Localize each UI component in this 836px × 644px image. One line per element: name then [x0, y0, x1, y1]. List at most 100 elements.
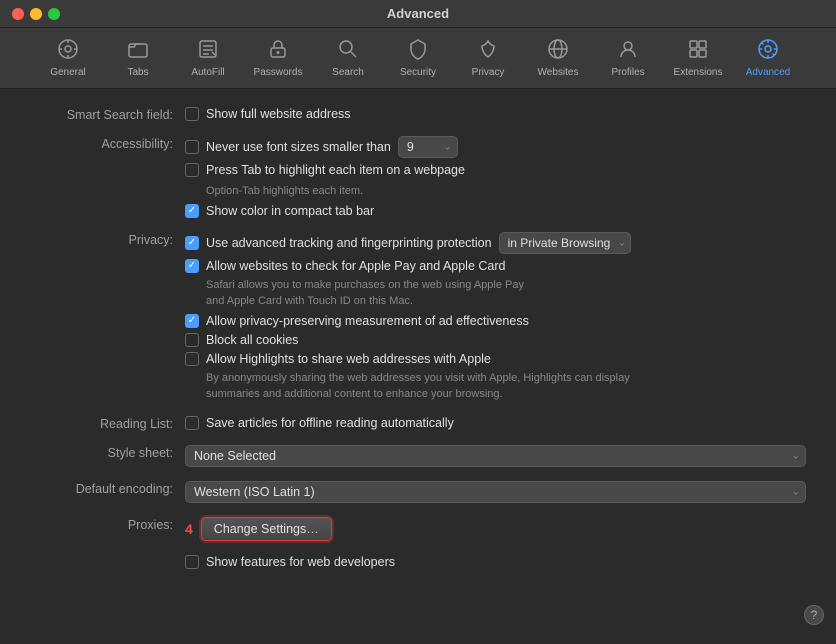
save-articles-checkbox[interactable] — [185, 416, 199, 430]
reading-list-row: Reading List: Save articles for offline … — [30, 416, 806, 431]
highlights-label: Allow Highlights to share web addresses … — [206, 352, 491, 366]
font-size-checkbox[interactable] — [185, 140, 199, 154]
advanced-icon — [757, 38, 779, 64]
toolbar-label-profiles: Profiles — [611, 67, 644, 78]
toolbar-label-search: Search — [332, 67, 364, 78]
accessibility-controls: Never use font sizes smaller than 9 ⌄ Pr… — [185, 136, 806, 218]
private-browsing-arrow: ⌄ — [618, 238, 626, 249]
save-articles-label: Save articles for offline reading automa… — [206, 416, 454, 430]
minimize-button[interactable] — [30, 8, 42, 20]
reading-list-label: Reading List: — [30, 416, 185, 431]
smart-search-row: Smart Search field: Show full website ad… — [30, 107, 806, 122]
toolbar-label-tabs: Tabs — [127, 67, 148, 78]
profiles-icon — [617, 38, 639, 64]
toolbar-item-extensions[interactable]: Extensions — [664, 34, 732, 82]
toolbar: General Tabs AutoFill — [0, 28, 836, 89]
toolbar-item-privacy[interactable]: Privacy — [454, 34, 522, 82]
ad-effectiveness-checkbox[interactable] — [185, 314, 199, 328]
press-tab-checkbox[interactable] — [185, 163, 199, 177]
web-developers-controls: Show features for web developers — [185, 555, 806, 569]
proxies-row: Proxies: 4 Change Settings… — [30, 517, 806, 541]
toolbar-item-autofill[interactable]: AutoFill — [174, 34, 242, 82]
block-cookies-row: Block all cookies — [185, 333, 806, 347]
toolbar-label-extensions: Extensions — [674, 67, 723, 78]
privacy-row: Privacy: Use advanced tracking and finge… — [30, 232, 806, 402]
accessibility-row: Accessibility: Never use font sizes smal… — [30, 136, 806, 218]
default-encoding-controls: Western (ISO Latin 1) ⌄ — [185, 481, 806, 503]
search-icon — [337, 38, 359, 64]
toolbar-item-profiles[interactable]: Profiles — [594, 34, 662, 82]
style-sheet-value: None Selected — [194, 449, 276, 463]
option-tab-note: Option-Tab highlights each item. — [185, 182, 806, 199]
save-articles-row: Save articles for offline reading automa… — [185, 416, 806, 430]
highlights-row: Allow Highlights to share web addresses … — [185, 352, 806, 366]
private-browsing-dropdown[interactable]: in Private Browsing ⌄ — [499, 232, 632, 254]
show-color-label: Show color in compact tab bar — [206, 204, 374, 218]
font-size-dropdown-arrow: ⌄ — [443, 142, 451, 153]
close-button[interactable] — [12, 8, 24, 20]
smart-search-controls: Show full website address — [185, 107, 806, 121]
extensions-icon — [687, 38, 709, 64]
show-full-address-checkbox[interactable] — [185, 107, 199, 121]
encoding-arrow: ⌄ — [792, 486, 800, 497]
default-encoding-label: Default encoding: — [30, 481, 185, 496]
toolbar-label-advanced: Advanced — [746, 67, 790, 78]
press-tab-row: Press Tab to highlight each item on a we… — [185, 163, 806, 177]
content-area: Smart Search field: Show full website ad… — [0, 89, 836, 637]
show-color-checkbox[interactable] — [185, 204, 199, 218]
toolbar-item-search[interactable]: Search — [314, 34, 382, 82]
toolbar-label-autofill: AutoFill — [191, 67, 224, 78]
highlights-note: By anonymously sharing the web addresses… — [185, 371, 806, 402]
toolbar-item-passwords[interactable]: Passwords — [244, 34, 312, 82]
show-web-devtools-label: Show features for web developers — [206, 555, 395, 569]
show-web-devtools-row: Show features for web developers — [185, 555, 806, 569]
general-icon — [57, 38, 79, 64]
websites-icon — [547, 38, 569, 64]
toolbar-label-privacy: Privacy — [472, 67, 505, 78]
toolbar-item-security[interactable]: Security — [384, 34, 452, 82]
style-sheet-row: Style sheet: None Selected ⌄ — [30, 445, 806, 467]
titlebar: Advanced — [0, 0, 836, 28]
maximize-button[interactable] — [48, 8, 60, 20]
style-sheet-arrow: ⌄ — [792, 450, 800, 461]
block-cookies-checkbox[interactable] — [185, 333, 199, 347]
apple-pay-note: Safari allows you to make purchases on t… — [185, 278, 806, 309]
ad-effectiveness-row: Allow privacy-preserving measurement of … — [185, 314, 806, 328]
toolbar-item-general[interactable]: General — [34, 34, 102, 82]
press-tab-label: Press Tab to highlight each item on a we… — [206, 163, 465, 177]
proxies-inline: 4 Change Settings… — [185, 517, 806, 541]
toolbar-item-advanced[interactable]: Advanced — [734, 34, 802, 82]
toolbar-label-websites: Websites — [538, 67, 579, 78]
proxies-label: Proxies: — [30, 517, 185, 532]
tabs-icon — [127, 38, 149, 64]
advanced-tracking-label: Use advanced tracking and fingerprinting… — [206, 236, 492, 250]
default-encoding-value: Western (ISO Latin 1) — [194, 485, 315, 499]
accessibility-label: Accessibility: — [30, 136, 185, 151]
default-encoding-dropdown[interactable]: Western (ISO Latin 1) ⌄ — [185, 481, 806, 503]
toolbar-label-passwords: Passwords — [254, 67, 303, 78]
change-settings-button[interactable]: Change Settings… — [201, 517, 332, 541]
proxies-controls: 4 Change Settings… — [185, 517, 806, 541]
toolbar-label-general: General — [50, 67, 86, 78]
highlights-checkbox[interactable] — [185, 352, 199, 366]
toolbar-label-security: Security — [400, 67, 436, 78]
web-developers-label — [30, 555, 185, 556]
web-developers-row: Show features for web developers — [30, 555, 806, 569]
toolbar-item-tabs[interactable]: Tabs — [104, 34, 172, 82]
show-color-row: Show color in compact tab bar — [185, 204, 806, 218]
style-sheet-dropdown[interactable]: None Selected ⌄ — [185, 445, 806, 467]
font-size-dropdown[interactable]: 9 ⌄ — [398, 136, 458, 158]
apple-pay-checkbox[interactable] — [185, 259, 199, 273]
show-web-devtools-checkbox[interactable] — [185, 555, 199, 569]
apple-pay-row: Allow websites to check for Apple Pay an… — [185, 259, 806, 273]
style-sheet-controls: None Selected ⌄ — [185, 445, 806, 467]
reading-list-controls: Save articles for offline reading automa… — [185, 416, 806, 430]
advanced-tracking-checkbox[interactable] — [185, 236, 199, 250]
help-button[interactable]: ? — [804, 605, 824, 625]
security-icon — [407, 38, 429, 64]
privacy-controls: Use advanced tracking and fingerprinting… — [185, 232, 806, 402]
ad-effectiveness-label: Allow privacy-preserving measurement of … — [206, 314, 529, 328]
toolbar-item-websites[interactable]: Websites — [524, 34, 592, 82]
smart-search-label: Smart Search field: — [30, 107, 185, 122]
font-size-label: Never use font sizes smaller than — [206, 140, 391, 154]
